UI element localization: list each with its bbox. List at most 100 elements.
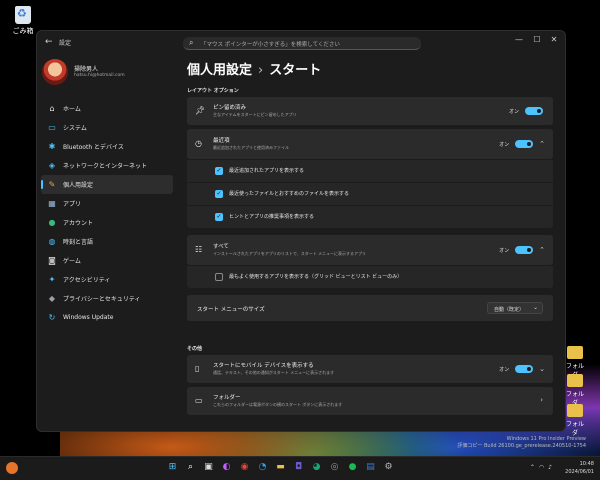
- checkbox-checked[interactable]: ✓: [215, 190, 223, 198]
- checkbox-checked[interactable]: ✓: [215, 213, 223, 221]
- chevron-down-icon[interactable]: ⌄: [539, 365, 545, 373]
- chevron-up-icon[interactable]: ⌃: [539, 246, 545, 254]
- system-tray: ⌃ ◠ ♪: [530, 464, 552, 471]
- sidebar-item-network[interactable]: ◈ ネットワークとインターネット: [41, 156, 173, 175]
- avatar: [42, 59, 68, 85]
- gamepad-icon: ◙: [48, 256, 56, 265]
- all-apps-toggle-group: オン ⌃: [499, 246, 545, 254]
- close-button[interactable]: ✕: [546, 35, 562, 44]
- checkbox-checked[interactable]: ✓: [215, 167, 223, 175]
- bluetooth-icon: ✱: [48, 142, 56, 151]
- volume-icon[interactable]: ♪: [548, 464, 552, 471]
- maximize-button[interactable]: ☐: [529, 35, 545, 44]
- sidebar-item-accounts[interactable]: ● アカウント: [41, 213, 173, 232]
- sidebar-item-privacy[interactable]: ◆ プライバシーとセキュリティ: [41, 289, 173, 308]
- sidebar: 掃除男人 hatsu.hi@hotmail.com ⌂ ホーム ▭ システム ✱…: [37, 53, 177, 431]
- back-arrow-icon[interactable]: ←: [45, 37, 53, 47]
- edge-icon[interactable]: ◔: [256, 461, 269, 474]
- recent-option-row[interactable]: ✓ ヒントとアプリの推奨事項を表示する: [187, 206, 553, 228]
- sidebar-item-accessibility[interactable]: ✦ アクセシビリティ: [41, 270, 173, 289]
- task-view-icon[interactable]: ▣: [202, 461, 215, 474]
- recycle-bin-shortcut[interactable]: ごみ箱: [10, 6, 36, 36]
- teams-icon[interactable]: ◘: [292, 461, 305, 474]
- all-apps-toggle[interactable]: [515, 246, 534, 254]
- all-apps-option-row[interactable]: 最もよく使用するアプリを表示する（グリッド ビューとリスト ビューのみ）: [187, 266, 553, 288]
- setting-recent[interactable]: ◷ 最近項 最近追加されたアプリと使用済みファイル オン ⌃: [187, 129, 553, 159]
- setting-mobile-device[interactable]: ▯ スタートにモバイル デバイスを表示する 通話、テキスト、その他の通知がスター…: [187, 355, 553, 383]
- watermark-line: 評価コピー Build 26100.ge_prerelease.240510-1…: [457, 443, 586, 449]
- user-profile[interactable]: 掃除男人 hatsu.hi@hotmail.com: [42, 59, 172, 89]
- setting-folders[interactable]: ▭ フォルダー これらのフォルダーは電源ボタンの横のスタート ボタンに表示されま…: [187, 387, 553, 415]
- sidebar-item-system[interactable]: ▭ システム: [41, 118, 173, 137]
- wifi-icon: ◈: [48, 161, 56, 170]
- settings-icon[interactable]: ⚙: [382, 461, 395, 474]
- section-label-other: その他: [187, 346, 203, 352]
- folder-icon: [567, 374, 583, 387]
- watermark-line: Windows 11 Pro Insider Preview: [506, 436, 586, 442]
- sidebar-item-label: プライバシーとセキュリティ: [63, 296, 141, 303]
- chevron-up-icon[interactable]: ⌃: [539, 140, 545, 148]
- weather-widget-icon[interactable]: [6, 462, 18, 474]
- nav-list: ⌂ ホーム ▭ システム ✱ Bluetooth とデバイス ◈ ネットワークと…: [41, 99, 173, 327]
- setting-title: フォルダー: [213, 395, 241, 401]
- desktop-folder-shortcut[interactable]: フォルダ: [564, 374, 586, 407]
- store-icon[interactable]: ▤: [364, 461, 377, 474]
- setting-title: ピン留め済み: [213, 105, 247, 111]
- toggle-state-label: オン: [499, 366, 510, 373]
- sidebar-item-windows-update[interactable]: ↻ Windows Update: [41, 308, 173, 327]
- edge-dev-icon[interactable]: ◕: [310, 461, 323, 474]
- setting-all-apps[interactable]: ☷ すべて インストールされたアプリをアプリのリストで、スタート メニューに表示…: [187, 235, 553, 265]
- update-icon: ↻: [48, 313, 56, 322]
- sidebar-item-label: システム: [63, 125, 87, 132]
- sidebar-item-bluetooth[interactable]: ✱ Bluetooth とデバイス: [41, 137, 173, 156]
- clock[interactable]: 10:48 2024/06/01: [565, 460, 594, 476]
- setting-title: すべて: [213, 244, 229, 250]
- sidebar-item-gaming[interactable]: ◙ ゲーム: [41, 251, 173, 270]
- folder-icon: [567, 346, 583, 359]
- chevron-up-icon[interactable]: ⌃: [530, 464, 535, 471]
- search-icon[interactable]: ⌕: [184, 461, 197, 474]
- start-icon[interactable]: ⊞: [166, 461, 179, 474]
- setting-title: スタートにモバイル デバイスを表示する: [213, 363, 314, 369]
- breadcrumb-parent[interactable]: 個人用設定: [187, 63, 252, 78]
- main-content: 個人用設定 › スタート レイアウト オプション 📌︎ ピン留め済み 主なアイテムを…: [183, 53, 561, 431]
- sidebar-item-personalization[interactable]: ✎ 個人用設定: [41, 175, 173, 194]
- search-placeholder: 「マウス ポインターが小さすぎる」を検索してください: [201, 42, 340, 48]
- spotify-icon[interactable]: ●: [346, 461, 359, 474]
- minimize-button[interactable]: —: [511, 35, 527, 44]
- setting-pinned[interactable]: 📌︎ ピン留め済み 主なアイテムをスタートにピン留めしたアプリ オン: [187, 97, 553, 125]
- wifi-icon[interactable]: ◠: [539, 464, 544, 471]
- file-explorer-icon[interactable]: ▬: [274, 461, 287, 474]
- monitor-icon: ▭: [48, 123, 56, 132]
- sidebar-item-apps[interactable]: ▦ アプリ: [41, 194, 173, 213]
- chevron-right-icon[interactable]: ›: [540, 396, 543, 404]
- recent-toggle[interactable]: [515, 140, 534, 148]
- option-label: 最近使ったファイルとおすすめのファイルを表示する: [229, 191, 350, 197]
- sidebar-item-home[interactable]: ⌂ ホーム: [41, 99, 173, 118]
- option-label: 最近追加されたアプリを表示する: [229, 168, 305, 174]
- toggle-state-label: オン: [499, 247, 510, 254]
- shield-icon: ◆: [48, 294, 56, 303]
- pinned-toggle[interactable]: [525, 107, 543, 115]
- menu-size-dropdown[interactable]: 自動（既定） ⌄: [487, 302, 543, 314]
- globe-icon: ◍: [48, 237, 56, 246]
- title-bar[interactable]: ← 設定 ⌕ 「マウス ポインターが小さすぎる」を検索してください — ☐ ✕: [37, 31, 565, 53]
- sidebar-item-label: Windows Update: [63, 314, 114, 321]
- chrome-icon[interactable]: ◉: [238, 461, 251, 474]
- desktop-folder-shortcut[interactable]: フォルダ: [564, 404, 586, 437]
- recent-option-row[interactable]: ✓ 最近追加されたアプリを表示する: [187, 160, 553, 182]
- list-icon: ☷: [195, 245, 203, 254]
- recycle-bin-label: ごみ箱: [12, 27, 34, 35]
- setting-subtitle: インストールされたアプリをアプリのリストで、スタート メニューに表示するアプリ: [213, 251, 367, 256]
- mobile-toggle[interactable]: [515, 365, 534, 373]
- checkbox-unchecked[interactable]: [215, 273, 223, 281]
- setting-subtitle: 通話、テキスト、その他の通知がスタート メニューに表示されます: [213, 370, 335, 375]
- toggle-state-label: オン: [508, 108, 519, 115]
- setting-title: 最近項: [213, 138, 230, 144]
- taskbar: ⊞ ⌕ ▣ ◐ ◉ ◔ ▬ ◘ ◕ ◎ ● ▤ ⚙ ⌃ ◠ ♪ 10:48 20…: [0, 456, 600, 480]
- copilot-icon[interactable]: ◐: [220, 461, 233, 474]
- recent-option-row[interactable]: ✓ 最近使ったファイルとおすすめのファイルを表示する: [187, 183, 553, 205]
- app-icon[interactable]: ◎: [328, 461, 341, 474]
- sidebar-item-time-language[interactable]: ◍ 時刻と言語: [41, 232, 173, 251]
- search-input[interactable]: ⌕ 「マウス ポインターが小さすぎる」を検索してください: [183, 37, 421, 50]
